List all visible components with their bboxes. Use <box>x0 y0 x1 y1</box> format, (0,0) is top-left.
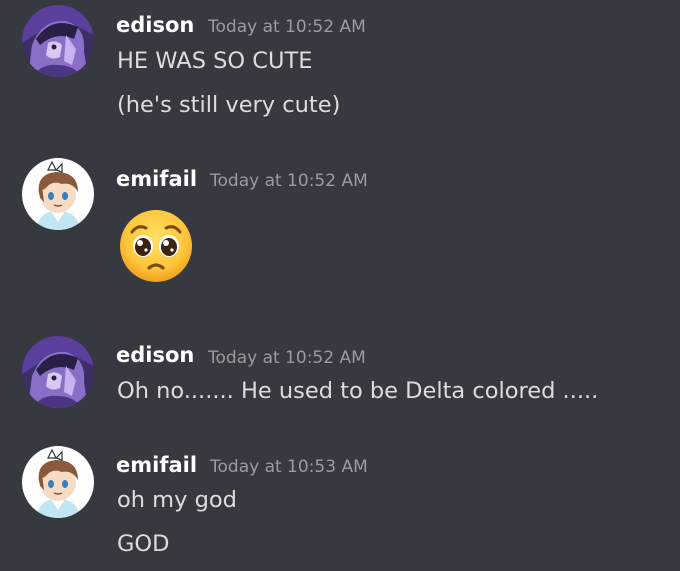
edison-avatar-icon <box>22 336 94 408</box>
message-timestamp: Today at 10:52 AM <box>208 348 366 368</box>
author-name[interactable]: emifail <box>116 452 197 478</box>
chat-log: edison Today at 10:52 AM HE WAS SO CUTE … <box>0 0 680 571</box>
emifail-avatar-icon <box>22 158 94 230</box>
pleading-face-icon <box>120 210 192 282</box>
emifail-avatar-icon <box>22 446 94 518</box>
message-timestamp: Today at 10:52 AM <box>210 171 368 191</box>
message-text: oh my god <box>117 487 237 513</box>
pleading-face-emoji <box>118 208 194 284</box>
author-name[interactable]: emifail <box>116 166 197 192</box>
message-text: HE WAS SO CUTE <box>117 48 313 74</box>
avatar-edison[interactable] <box>22 336 94 408</box>
message-text: (he's still very cute) <box>117 92 341 118</box>
message-timestamp: Today at 10:53 AM <box>210 457 368 477</box>
message-timestamp: Today at 10:52 AM <box>208 17 366 37</box>
avatar-edison[interactable] <box>22 5 94 77</box>
avatar-emifail[interactable] <box>22 158 94 230</box>
message-text: Oh no....... He used to be Delta colored… <box>117 378 599 404</box>
edison-avatar-icon <box>22 5 94 77</box>
author-name[interactable]: edison <box>116 12 194 38</box>
message-text: GOD <box>117 531 170 557</box>
avatar-emifail[interactable] <box>22 446 94 518</box>
author-name[interactable]: edison <box>116 342 194 368</box>
